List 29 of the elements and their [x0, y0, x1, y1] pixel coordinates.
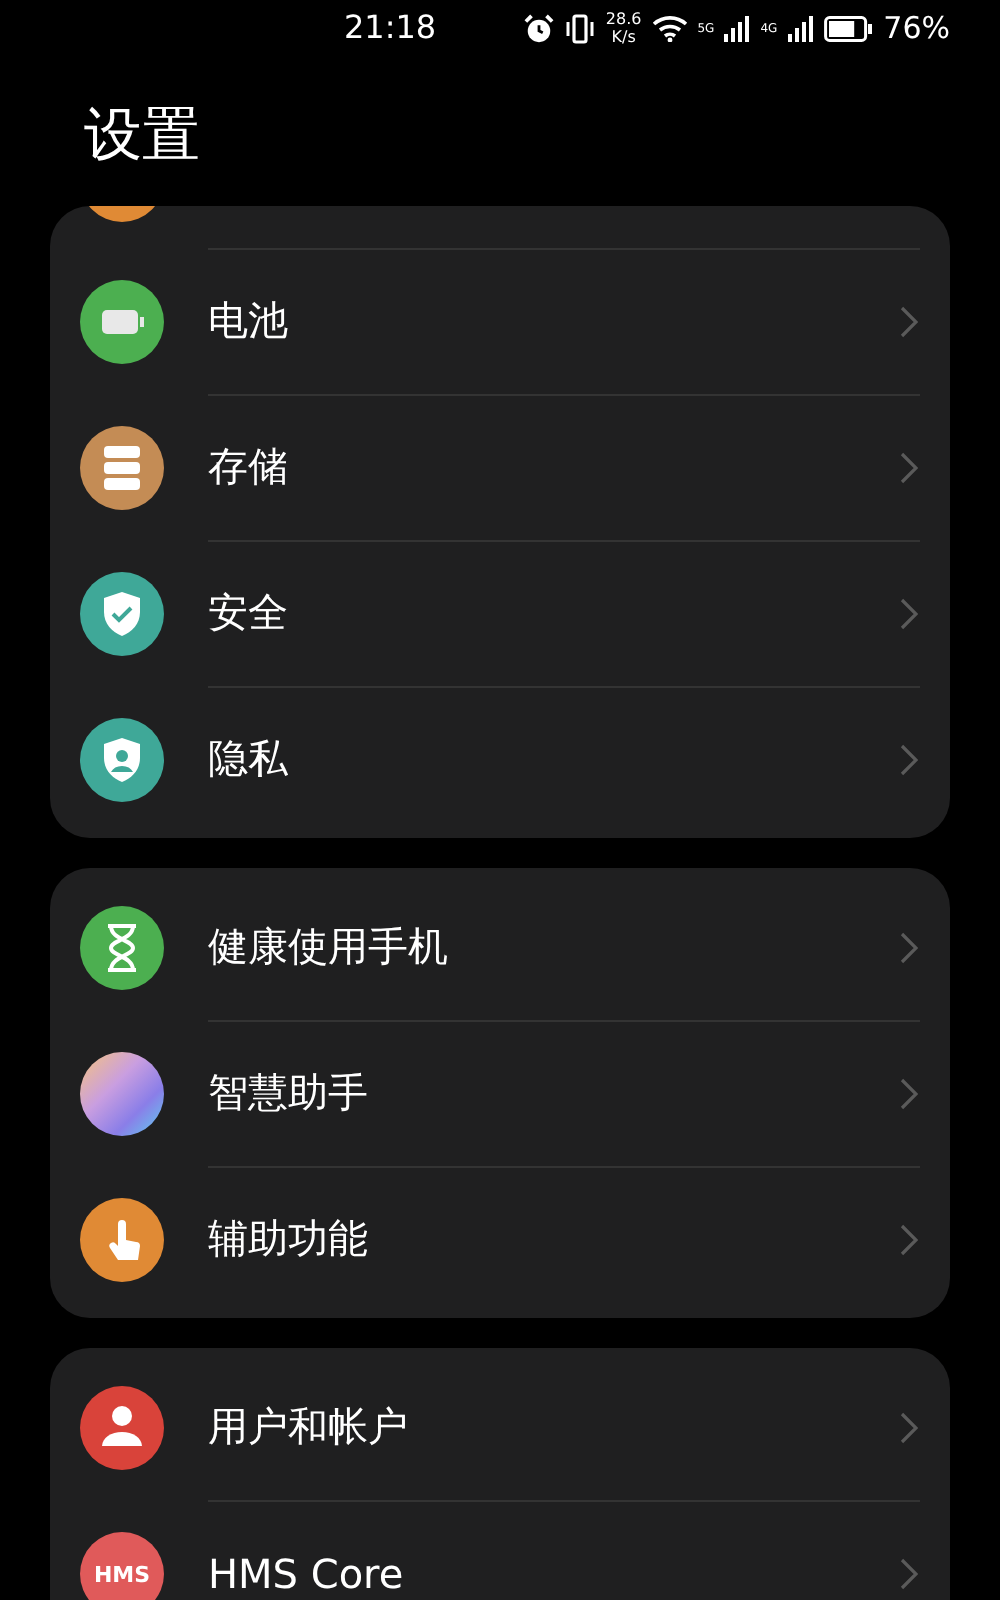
alarm-icon: [523, 13, 554, 43]
settings-item[interactable]: 安全: [50, 540, 950, 686]
vibrate-icon: [563, 13, 596, 43]
chevron-icon: [900, 1557, 918, 1589]
settings-item[interactable]: 隐私: [50, 686, 950, 832]
settings-item[interactable]: 辅助功能: [50, 1166, 950, 1312]
page-title: 设置: [84, 98, 202, 172]
chevron-icon: [900, 1077, 918, 1109]
chevron-icon: [900, 451, 918, 483]
battery-icon: [823, 15, 874, 41]
chevron-icon: [900, 931, 918, 963]
settings-item[interactable]: 电池: [50, 248, 950, 394]
signal-icon: [724, 15, 751, 41]
hms-icon: HMS: [80, 1531, 164, 1600]
network-speed: 28.6 K/s: [605, 10, 642, 46]
settings-item[interactable]: 健康使用手机: [50, 874, 950, 1020]
chevron-icon: [900, 597, 918, 629]
settings-item[interactable]: 用户和帐户: [50, 1354, 950, 1500]
battery-percent: 76%: [883, 10, 950, 46]
chevron-icon: [900, 305, 918, 337]
chevron-icon: [900, 743, 918, 775]
chevron-icon: [900, 1411, 918, 1443]
settings-item[interactable]: 存储: [50, 394, 950, 540]
clock-time: 21:18: [344, 8, 437, 46]
wifi-icon: [651, 14, 688, 42]
settings-item[interactable]: HMS HMS Core: [50, 1500, 950, 1600]
chevron-icon: [900, 1223, 918, 1255]
settings-item[interactable]: 智慧助手: [50, 1020, 950, 1166]
signal-icon: [787, 15, 814, 41]
